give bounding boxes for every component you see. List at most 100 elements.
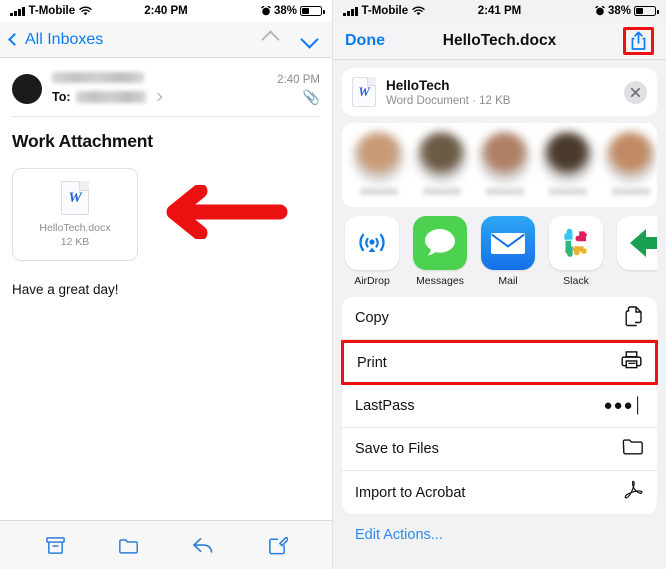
recipient-redacted bbox=[75, 91, 146, 103]
share-app-label: AirDrop bbox=[354, 275, 390, 287]
status-right-group: 38% bbox=[595, 5, 659, 17]
green-arrow-app-icon bbox=[617, 216, 657, 270]
share-upload-icon bbox=[631, 31, 646, 50]
contact-name-redacted bbox=[485, 188, 524, 195]
acrobat-icon bbox=[622, 479, 644, 506]
wifi-icon bbox=[412, 6, 425, 16]
share-app-label: Messages bbox=[416, 275, 464, 287]
battery-percent-label: 38% bbox=[273, 5, 297, 17]
message-header: To: 2:40 PM 📎 bbox=[0, 58, 332, 116]
status-left-group: T-Mobile bbox=[10, 5, 92, 17]
attachment-area: W HelloTech.docx 12 KB bbox=[0, 152, 332, 270]
recipient-row[interactable]: To: bbox=[52, 90, 277, 104]
printer-icon bbox=[621, 350, 642, 375]
edit-actions-button[interactable]: Edit Actions... bbox=[342, 514, 657, 543]
contact-avatar[interactable] bbox=[476, 132, 533, 195]
sender-name-redacted bbox=[52, 72, 144, 83]
share-app-mail[interactable]: Mail bbox=[479, 216, 537, 287]
close-button[interactable] bbox=[624, 80, 647, 104]
share-app-more[interactable] bbox=[615, 216, 657, 287]
red-left-arrow-annotation bbox=[166, 185, 288, 239]
battery-icon bbox=[300, 6, 325, 16]
contact-avatar[interactable] bbox=[350, 132, 407, 195]
chevron-left-icon bbox=[8, 33, 21, 46]
contact-photo bbox=[479, 132, 530, 183]
share-sheet-screen: T-Mobile 2:41 PM 38% Done HelloTech.docx bbox=[333, 0, 666, 569]
message-navigation-bar: All Inboxes bbox=[0, 22, 332, 58]
attachment-card[interactable]: W HelloTech.docx 12 KB bbox=[12, 168, 138, 261]
done-button[interactable]: Done bbox=[345, 32, 385, 50]
shared-file-meta: Word Document · 12 KB bbox=[386, 94, 511, 107]
share-action-label: Save to Files bbox=[355, 441, 439, 457]
carrier-label: T-Mobile bbox=[28, 5, 76, 17]
compose-button[interactable] bbox=[257, 528, 297, 562]
message-stepper-group bbox=[261, 30, 322, 49]
share-apps-row[interactable]: AirDrop Messages Mail Slack bbox=[342, 216, 657, 287]
share-action-save-to-files[interactable]: Save to Files bbox=[342, 428, 657, 471]
share-sheet: W HelloTech Word Document · 12 KB AirDro… bbox=[333, 60, 666, 543]
suggested-contacts-row[interactable] bbox=[342, 123, 657, 207]
close-x-icon bbox=[631, 87, 640, 97]
folder-icon bbox=[622, 437, 644, 461]
share-action-label: Import to Acrobat bbox=[355, 484, 466, 501]
move-to-folder-button[interactable] bbox=[109, 528, 149, 562]
share-action-print[interactable]: Print bbox=[341, 340, 658, 385]
attachment-file-size: 12 KB bbox=[60, 236, 90, 248]
password-dots-icon: ●●●│ bbox=[603, 397, 644, 414]
share-app-airdrop[interactable]: AirDrop bbox=[343, 216, 401, 287]
status-bar-right: T-Mobile 2:41 PM 38% bbox=[333, 0, 666, 22]
word-document-icon: W bbox=[61, 181, 89, 215]
messages-icon bbox=[413, 216, 467, 270]
sender-details: To: bbox=[42, 72, 277, 104]
previous-message-button[interactable] bbox=[261, 30, 280, 49]
to-label: To: bbox=[52, 90, 71, 104]
battery-icon bbox=[634, 6, 659, 16]
wifi-icon bbox=[79, 6, 92, 16]
alarm-clock-icon bbox=[595, 6, 605, 16]
airdrop-icon bbox=[345, 216, 399, 270]
contact-name-redacted bbox=[548, 188, 587, 195]
password-dots-icon: ●●●│ bbox=[603, 397, 644, 415]
message-toolbar bbox=[0, 520, 332, 569]
status-bar-left: T-Mobile 2:40 PM 38% bbox=[0, 0, 332, 22]
share-app-label: Slack bbox=[563, 275, 589, 287]
share-app-slack[interactable]: Slack bbox=[547, 216, 605, 287]
message-meta-right: 2:40 PM 📎 bbox=[277, 72, 320, 106]
share-action-copy[interactable]: Copy bbox=[342, 297, 657, 340]
sender-avatar bbox=[12, 74, 42, 104]
share-action-label: Print bbox=[357, 354, 387, 371]
status-right-group: 38% bbox=[261, 5, 325, 17]
archive-button[interactable] bbox=[35, 528, 75, 562]
contact-name-redacted bbox=[611, 188, 650, 195]
alarm-clock-icon bbox=[261, 6, 271, 16]
back-to-all-inboxes-button[interactable]: All Inboxes bbox=[8, 30, 104, 49]
back-label: All Inboxes bbox=[25, 30, 104, 48]
share-action-label: Copy bbox=[355, 310, 389, 326]
paperclip-icon: 📎 bbox=[302, 89, 320, 105]
chevron-right-icon bbox=[153, 92, 162, 102]
next-message-button[interactable] bbox=[300, 30, 319, 49]
contact-photo bbox=[542, 132, 593, 183]
word-document-icon: W bbox=[352, 77, 376, 107]
share-action-label: LastPass bbox=[355, 398, 415, 414]
contact-photo bbox=[605, 132, 656, 183]
share-button[interactable] bbox=[623, 26, 654, 55]
shared-file-name: HelloTech bbox=[386, 77, 450, 93]
document-navigation-bar: Done HelloTech.docx bbox=[333, 22, 666, 60]
share-app-label: Mail bbox=[498, 275, 518, 287]
message-timestamp: 2:40 PM bbox=[277, 74, 320, 86]
share-action-import-to-acrobat[interactable]: Import to Acrobat bbox=[342, 471, 657, 514]
share-app-messages[interactable]: Messages bbox=[411, 216, 469, 287]
contact-avatar[interactable] bbox=[602, 132, 657, 195]
signal-bars-icon bbox=[10, 6, 25, 16]
shared-file-card: W HelloTech Word Document · 12 KB bbox=[342, 68, 657, 116]
contact-avatar[interactable] bbox=[413, 132, 470, 195]
mail-message-screen: T-Mobile 2:40 PM 38% All Inboxes To: 2:4… bbox=[0, 0, 333, 569]
message-subject: Work Attachment bbox=[12, 131, 153, 151]
carrier-label: T-Mobile bbox=[361, 5, 409, 17]
share-action-lastpass[interactable]: LastPass ●●●│ bbox=[342, 385, 657, 428]
contact-avatar[interactable] bbox=[539, 132, 596, 195]
reply-button[interactable] bbox=[183, 528, 223, 562]
contact-photo bbox=[416, 132, 467, 183]
share-actions-list: Copy Print LastPass ●●●│ Save to Files Import… bbox=[341, 297, 658, 514]
